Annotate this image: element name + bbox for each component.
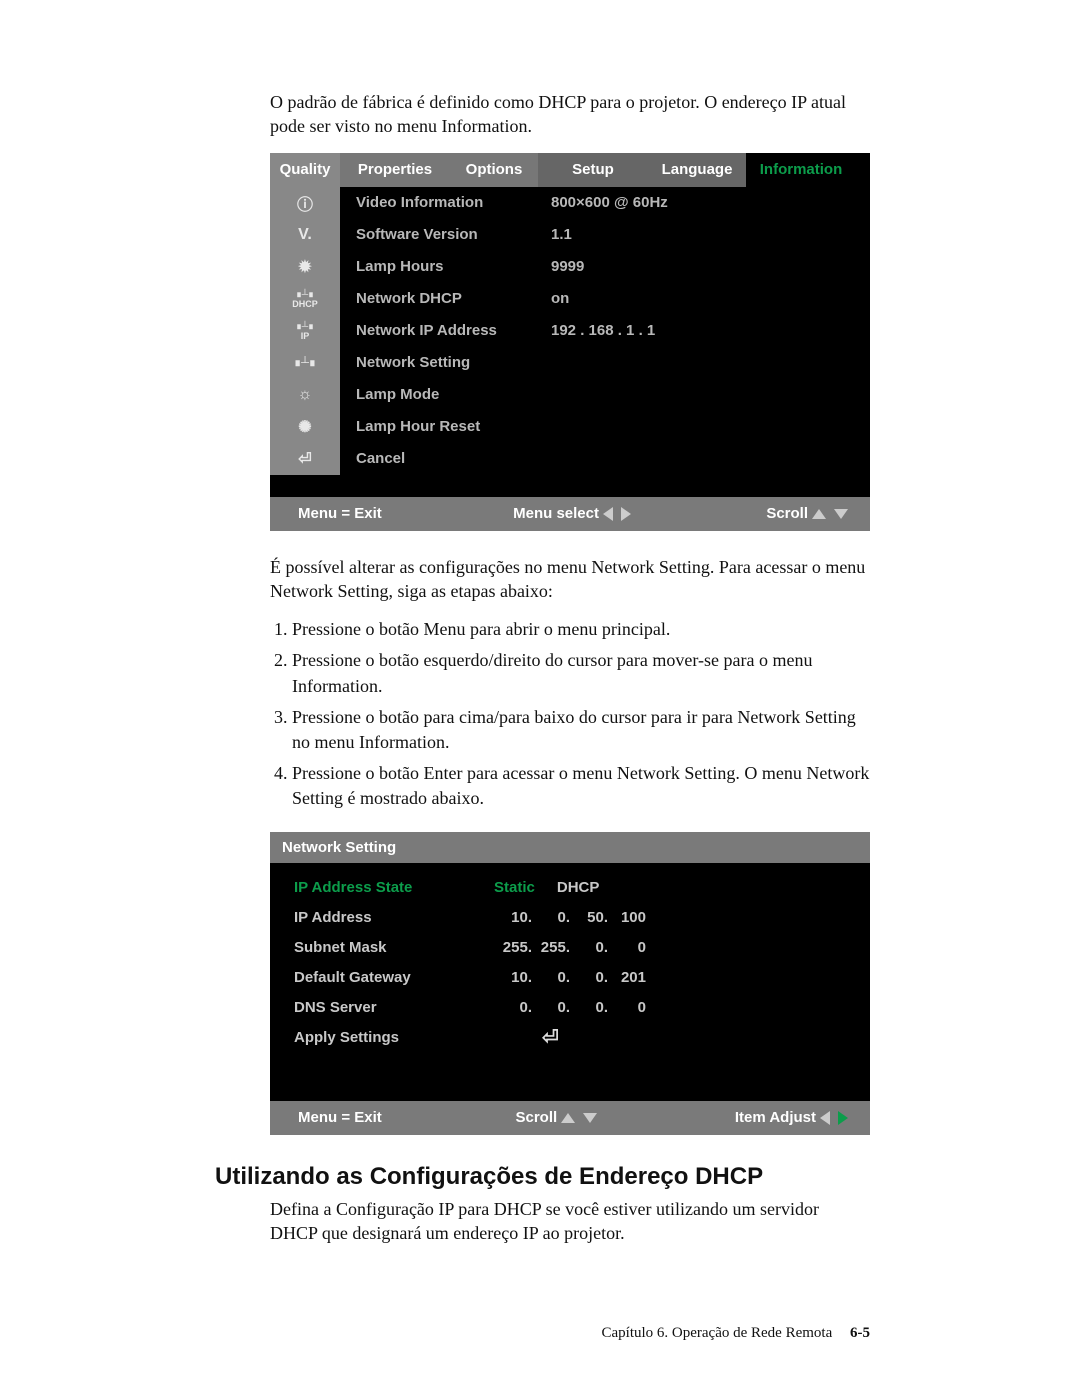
step-1: Pressione o botão Menu para abrir o menu… xyxy=(292,617,870,642)
osd1-label: Cancel xyxy=(340,450,551,467)
osd2-label: IP Address xyxy=(294,909,494,926)
osd2-label: Default Gateway xyxy=(294,969,494,986)
triangle-left-icon xyxy=(603,507,613,521)
osd2-value: 10.0.50.100 xyxy=(494,909,646,926)
osd1-value: 9999 xyxy=(551,258,870,275)
para-network-setting: É possível alterar as configurações no m… xyxy=(270,555,870,604)
hint-menu-exit: Menu = Exit xyxy=(298,505,382,522)
hint-menu-select: Menu select xyxy=(513,505,599,522)
hint-item-adjust: Item Adjust xyxy=(735,1109,816,1126)
osd2-row-1[interactable]: IP Address10.0.50.100 xyxy=(294,903,870,933)
lampmode-icon: ☼ xyxy=(270,379,340,411)
osd1-row-5[interactable]: Network Setting xyxy=(340,347,870,379)
osd1-label: Software Version xyxy=(340,226,551,243)
dhcp-icon: ∎┴∎DHCP xyxy=(270,283,340,315)
info-icon: ⓘ xyxy=(270,187,340,219)
osd1-row-7[interactable]: Lamp Hour Reset xyxy=(340,411,870,443)
osd-network-setting: Network Setting IP Address StateStatic DH… xyxy=(270,832,870,1135)
triangle-down-icon-2 xyxy=(583,1113,597,1123)
osd2-title: Network Setting xyxy=(270,832,870,863)
footer-chapter: Capítulo 6. Operação de Rede Remota xyxy=(601,1325,832,1341)
osd2-value: ⏎ xyxy=(494,1025,559,1050)
step-2: Pressione o botão esquerdo/direito do cu… xyxy=(292,648,870,698)
tab-setup[interactable]: Setup xyxy=(538,153,648,187)
osd1-label: Video Information xyxy=(340,194,551,211)
osd2-row-4[interactable]: DNS Server0.0.0.0 xyxy=(294,993,870,1023)
osd2-value: 255.255.0.0 xyxy=(494,939,646,956)
enter-icon: ⏎ xyxy=(542,1025,559,1050)
osd1-row-0[interactable]: Video Information800×600 @ 60Hz xyxy=(340,187,870,219)
osd2-label: Apply Settings xyxy=(294,1029,494,1046)
osd1-row-4[interactable]: Network IP Address192 . 168 . 1 . 1 xyxy=(340,315,870,347)
osd1-value: on xyxy=(551,290,870,307)
triangle-right-icon-2 xyxy=(838,1111,848,1125)
osd1-label: Network IP Address xyxy=(340,322,551,339)
osd1-value: 192 . 168 . 1 . 1 xyxy=(551,322,870,339)
osd2-row-5[interactable]: Apply Settings ⏎ xyxy=(294,1023,870,1053)
osd-information-menu: Quality Properties Options Setup Languag… xyxy=(270,153,870,531)
lampreset-icon: ✺ xyxy=(270,411,340,443)
tab-language[interactable]: Language xyxy=(648,153,746,187)
osd1-value: 1.1 xyxy=(551,226,870,243)
osd1-label: Network DHCP xyxy=(340,290,551,307)
osd-icon-column: ⓘ V. ✹ ∎┴∎DHCP ∎┴∎IP ∎┴∎ ☼ ✺ ⏎ xyxy=(270,187,340,475)
footer-page-number: 6-5 xyxy=(850,1325,870,1341)
intro-paragraph: O padrão de fábrica é definido como DHCP… xyxy=(270,90,870,139)
hint-scroll-2: Scroll xyxy=(515,1109,557,1126)
osd1-footer: Menu = Exit Menu select Scroll xyxy=(270,497,870,531)
osd2-row-3[interactable]: Default Gateway10.0.0.201 xyxy=(294,963,870,993)
osd2-row-0[interactable]: IP Address StateStatic DHCP xyxy=(294,873,870,903)
tab-information[interactable]: Information xyxy=(746,153,856,187)
osd2-value: 10.0.0.201 xyxy=(494,969,646,986)
tab-quality[interactable]: Quality xyxy=(270,153,340,187)
triangle-down-icon xyxy=(834,509,848,519)
osd1-row-1[interactable]: Software Version1.1 xyxy=(340,219,870,251)
step-4: Pressione o botão Enter para acessar o m… xyxy=(292,761,870,811)
osd1-label: Lamp Mode xyxy=(340,386,551,403)
triangle-right-icon xyxy=(621,507,631,521)
triangle-left-icon-2 xyxy=(820,1111,830,1125)
enter-icon: ⏎ xyxy=(270,443,340,475)
osd1-row-2[interactable]: Lamp Hours9999 xyxy=(340,251,870,283)
osd1-label: Lamp Hours xyxy=(340,258,551,275)
osd1-label: Network Setting xyxy=(340,354,551,371)
tab-properties[interactable]: Properties xyxy=(340,153,450,187)
osd2-label: DNS Server xyxy=(294,999,494,1016)
osd-tabs: Quality Properties Options Setup Languag… xyxy=(270,153,870,187)
triangle-up-icon-2 xyxy=(561,1113,575,1123)
hint-menu-exit-2: Menu = Exit xyxy=(298,1109,382,1126)
osd2-option[interactable]: Static xyxy=(494,879,535,896)
osd2-value: 0.0.0.0 xyxy=(494,999,646,1016)
osd1-row-3[interactable]: Network DHCPon xyxy=(340,283,870,315)
page-footer: Capítulo 6. Operação de Rede Remota 6-5 xyxy=(601,1325,870,1342)
ip-icon: ∎┴∎IP xyxy=(270,315,340,347)
lamp-icon: ✹ xyxy=(270,251,340,283)
osd2-value: Static DHCP xyxy=(494,879,599,896)
section-heading-dhcp: Utilizando as Configurações de Endereço … xyxy=(215,1163,870,1191)
version-icon: V. xyxy=(270,219,340,251)
net-icon: ∎┴∎ xyxy=(270,347,340,379)
osd2-option[interactable]: DHCP xyxy=(557,879,600,896)
osd1-row-6[interactable]: Lamp Mode xyxy=(340,379,870,411)
osd1-row-8[interactable]: Cancel xyxy=(340,443,870,475)
hint-scroll: Scroll xyxy=(766,505,808,522)
osd2-label: IP Address State xyxy=(294,879,494,896)
triangle-up-icon xyxy=(812,509,826,519)
osd1-label: Lamp Hour Reset xyxy=(340,418,551,435)
step-3: Pressione o botão para cima/para baixo d… xyxy=(292,705,870,755)
osd1-value: 800×600 @ 60Hz xyxy=(551,194,870,211)
osd2-label: Subnet Mask xyxy=(294,939,494,956)
tab-options[interactable]: Options xyxy=(450,153,538,187)
steps-list: Pressione o botão Menu para abrir o menu… xyxy=(270,617,870,811)
osd2-row-2[interactable]: Subnet Mask255.255.0.0 xyxy=(294,933,870,963)
osd2-footer: Menu = Exit Scroll Item Adjust xyxy=(270,1101,870,1135)
para-dhcp: Defina a Configuração IP para DHCP se vo… xyxy=(270,1197,870,1246)
